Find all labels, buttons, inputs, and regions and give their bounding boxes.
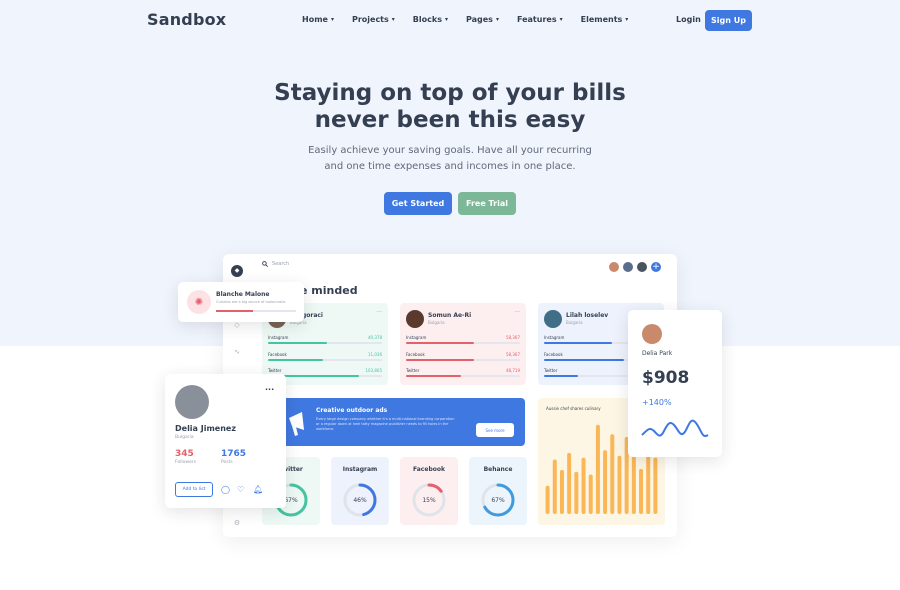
dashboard-title: e minded [300,284,358,297]
progress-bar [544,375,579,377]
svg-text:67%: 67% [491,497,505,504]
chevron-down-icon: ▾ [444,16,448,23]
chevron-down-icon: ▾ [559,16,563,23]
signup-button[interactable]: Sign Up [705,10,752,31]
login-link[interactable]: Login [676,15,701,24]
progress-bar [406,375,461,377]
svg-text:67%: 67% [284,497,298,504]
dashboard-search[interactable]: Search [262,261,289,267]
chart-bar [552,459,557,514]
chart-bar [653,457,658,514]
hero-lead: Easily achieve your saving goals. Have a… [308,145,592,172]
avatar [544,310,562,328]
avatar[interactable] [636,261,648,273]
stat-card: Behance 67% [469,457,527,525]
chart-bar [631,448,636,514]
chart-bar [617,455,622,514]
donut-chart: 67% [481,483,515,517]
settings-icon[interactable]: ⚙ [233,519,241,527]
chart-bar [603,450,608,514]
progress-bar [406,359,475,361]
stat-card: Facebook 15% [400,457,458,525]
progress-bar [544,359,624,361]
hero-title: Staying on top of your bills never been … [274,80,626,133]
balance-card: Delia Park $908 +140% [628,310,722,457]
menu-item-home[interactable]: Home ▾ [302,15,334,24]
chevron-down-icon: ▾ [625,16,629,23]
svg-text:15%: 15% [422,497,436,504]
sparkline-chart [641,419,709,437]
chevron-down-icon: ▾ [330,16,334,23]
chart-bar [610,434,615,514]
stat-row: Instagram 40,378 [268,335,382,347]
stat-row: Twitter 48,719 [406,368,520,380]
navbar: Sandbox Home ▾ Projects ▾ Blocks ▾ Pages ▾ F… [0,0,900,42]
avatar[interactable] [622,261,634,273]
activity-icon[interactable]: ∿ [233,348,241,356]
avatar [406,310,424,328]
promo-banner: Creative outdoor ads Every large design … [282,398,525,446]
chat-icon[interactable]: ◯ [221,485,230,494]
brand-icon: ◆ [231,265,243,277]
see-more-button[interactable]: See more [476,423,514,437]
more-icon[interactable]: ··· [514,309,520,316]
stat-row: Facebook 11,036 [268,352,382,364]
user-profile-card: ··· Delia Jimenez Bulgaria 345 1765 Foll… [165,374,286,508]
more-icon[interactable]: ··· [265,385,274,394]
stat-row: Instagram 58,367 [406,335,520,347]
progress-bar [216,310,253,312]
more-icon[interactable]: ··· [376,309,382,316]
svg-text:46%: 46% [353,497,367,504]
logo[interactable]: Sandbox [147,10,226,29]
chart-bar [595,424,600,514]
stat-card: Instagram 46% [331,457,389,525]
bell-icon[interactable]: 🔔︎ [253,485,263,494]
megaphone-icon [289,412,304,436]
chart-bar [588,474,593,514]
avatar [642,324,662,344]
chevron-down-icon: ▾ [391,16,395,23]
sidebar-nav-icon[interactable]: ◇ [233,321,241,329]
stat-row: Facebook 58,367 [406,352,520,364]
menu-item-projects[interactable]: Projects ▾ [352,15,395,24]
add-icon[interactable]: + [650,261,662,273]
avatar [175,385,209,419]
chart-bar [559,469,564,514]
progress-bar [406,342,475,344]
chevron-down-icon: ▾ [495,16,499,23]
donut-chart: 46% [343,483,377,517]
menu-item-features[interactable]: Features ▾ [517,15,563,24]
donut-chart: 15% [412,483,446,517]
add-to-list-button[interactable]: Add to list [175,482,213,497]
lightbulb-icon: ✺ [187,290,211,314]
profile-card: Somun Ae-Ri Bulgaria ··· Instagram 58,367… [400,303,526,385]
chart-bar [581,457,586,514]
menu-item-pages[interactable]: Pages ▾ [466,15,499,24]
chart-bar [567,452,572,514]
get-started-button[interactable]: Get Started [384,192,452,215]
main-menu: Home ▾ Projects ▾ Blocks ▾ Pages ▾ Features ▾… [302,15,628,24]
progress-bar [544,342,613,344]
free-trial-button[interactable]: Free Trial [458,192,516,215]
menu-item-elements[interactable]: Elements ▾ [581,15,629,24]
heart-icon[interactable]: ♡ [237,485,244,494]
chart-bar [545,485,550,514]
avatar[interactable] [608,261,620,273]
notification-card: ✺ Blanche Malone Curtains are a big sour… [178,282,304,322]
chart-bar [574,471,579,514]
progress-bar [268,342,328,344]
menu-item-blocks[interactable]: Blocks ▾ [413,15,448,24]
search-icon [262,261,268,267]
progress-bar [268,359,323,361]
chart-bar [639,468,644,514]
header-avatars: + [608,261,662,273]
